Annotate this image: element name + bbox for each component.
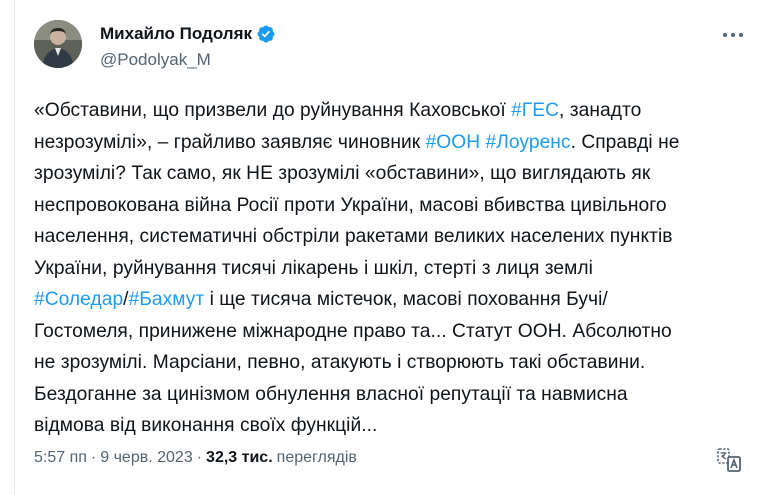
tweet-line: «Обставини, що призвели до руйнування Ка… bbox=[34, 95, 734, 127]
view-count: 32,3 тис. bbox=[206, 449, 273, 466]
tweet-line: неспровокована війна Росії проти України… bbox=[34, 194, 667, 216]
hashtag-link[interactable]: #ГЕС bbox=[511, 100, 559, 121]
view-count-label: переглядів bbox=[276, 449, 357, 466]
text-segment: і ще тисяча містечок, масові поховання Б… bbox=[204, 289, 608, 310]
tweet-line: зрозумілі? Так само, як НЕ зрозумілі «об… bbox=[34, 163, 651, 184]
hashtag-link[interactable]: #Соледар bbox=[34, 289, 123, 310]
text-segment: «Обставини, що призвели до руйнування Ка… bbox=[34, 100, 512, 121]
author-name[interactable]: Михайло Подоляк bbox=[100, 24, 252, 44]
text-segment: незрозумілі», – грайливо заявляє чиновни… bbox=[34, 131, 426, 153]
hashtag-link[interactable]: #ООН bbox=[426, 132, 481, 153]
author-avatar[interactable] bbox=[34, 20, 82, 68]
verified-badge-icon bbox=[257, 25, 275, 43]
separator-dot: · bbox=[196, 449, 203, 466]
tweet-time[interactable]: 5:57 пп bbox=[34, 449, 87, 467]
more-horizontal-icon bbox=[723, 33, 743, 37]
text-segment: , занадто bbox=[559, 100, 642, 121]
translate-icon bbox=[717, 448, 741, 472]
author-handle[interactable]: @Podolyak_M bbox=[100, 50, 211, 70]
more-options-button[interactable] bbox=[718, 24, 748, 46]
tweet-line: відмова від виконання своїх функцій... bbox=[34, 415, 378, 436]
tweet-line: України, руйнування тисячі лікарень і шк… bbox=[34, 257, 593, 279]
hashtag-link[interactable]: #Лоуренс bbox=[486, 132, 571, 153]
hashtag-link[interactable]: #Бахмут bbox=[129, 289, 205, 310]
tweet-line: не зрозумілі. Марсіани, певно, атакують … bbox=[34, 352, 646, 373]
translate-button[interactable] bbox=[716, 447, 742, 473]
tweet-line: незрозумілі», – грайливо заявляє чиновни… bbox=[34, 127, 734, 159]
tweet-line: населення, систематичні обстріли ракетам… bbox=[34, 226, 673, 247]
tweet-text: «Обставини, що призвели до руйнування Ка… bbox=[34, 95, 734, 442]
author-name-row[interactable]: Михайло Подоляк bbox=[100, 24, 276, 44]
avatar-image bbox=[34, 20, 82, 68]
tweet-line: Гостомеля, принижене міжнародне право та… bbox=[34, 320, 672, 342]
separator-dot: · bbox=[90, 449, 97, 466]
tweet-meta: 5:57 пп · 9 черв. 2023 · 32,3 тис. перег… bbox=[34, 449, 357, 467]
text-segment: . Справді не bbox=[570, 131, 680, 153]
tweet-line: #Соледар/#Бахмут і ще тисяча містечок, м… bbox=[34, 284, 734, 316]
tweet-card: Михайло Подоляк @Podolyak_M «Обставини, … bbox=[14, 0, 762, 495]
tweet-date[interactable]: 9 черв. 2023 bbox=[100, 449, 192, 467]
tweet-line: Бездоганне за цинізмом обнулення власної… bbox=[34, 383, 628, 405]
